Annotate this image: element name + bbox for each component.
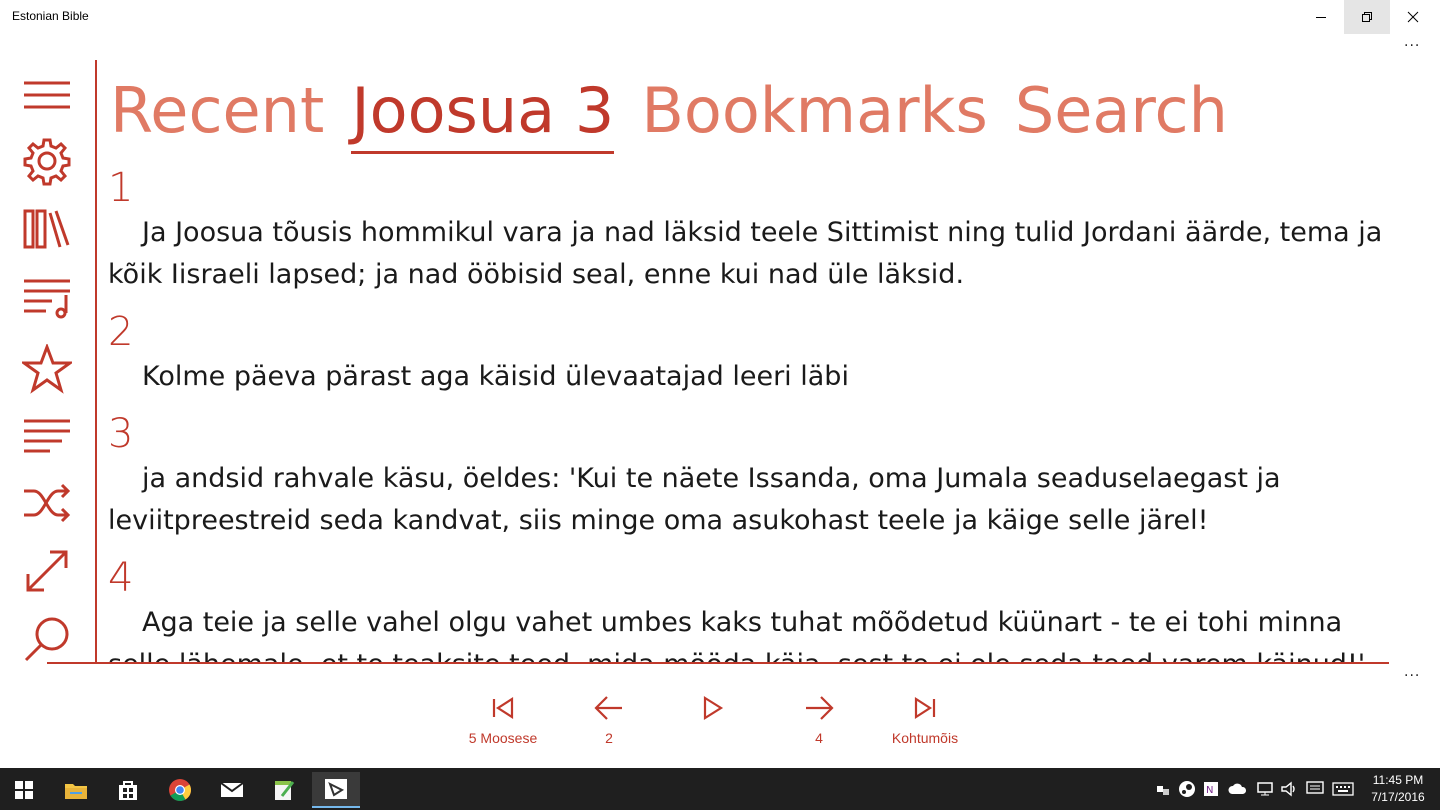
shuffle-icon[interactable]: [22, 478, 72, 528]
play-icon: [703, 696, 724, 720]
top-more-button[interactable]: ...: [1404, 34, 1420, 50]
play-button[interactable]: [658, 690, 768, 748]
system-clock[interactable]: 11:45 PM 7/17/2016: [1360, 772, 1436, 806]
tab-recent[interactable]: Recent: [110, 72, 324, 150]
tab-bookmarks[interactable]: Bookmarks: [641, 72, 987, 150]
minimize-icon: [1316, 17, 1326, 18]
next-chapter-button[interactable]: 4: [764, 690, 874, 748]
text-lines-icon[interactable]: [22, 410, 72, 460]
minimize-button[interactable]: [1298, 0, 1344, 34]
search-icon[interactable]: [22, 614, 72, 664]
network-devices-icon[interactable]: [1152, 778, 1174, 800]
svg-text:N: N: [1206, 785, 1213, 796]
chapter-content[interactable]: 1 Ja Joosua tõusis hommikul vara ja nad …: [108, 164, 1408, 662]
verse-number: 2: [108, 309, 134, 355]
verse-text: Aga teie ja selle vahel olgu vahet umbes…: [108, 607, 1365, 662]
pivot-tabs: Recent Joosua 3 Bookmarks Search: [110, 72, 1250, 156]
first-book-label: 5 Moosese: [468, 730, 538, 746]
next-book-button[interactable]: Kohtumõis: [870, 690, 980, 748]
next-book-label: Kohtumõis: [891, 730, 959, 746]
onenote-icon[interactable]: N: [1201, 778, 1223, 800]
verse-number: 3: [108, 411, 134, 457]
onedrive-icon[interactable]: [1227, 778, 1249, 800]
gear-icon[interactable]: [22, 136, 72, 186]
verse-text: ja andsid rahvale käsu, öeldes: 'Kui te …: [108, 463, 1281, 536]
tab-current-chapter[interactable]: Joosua 3: [351, 72, 614, 154]
hamburger-menu-icon[interactable]: [22, 70, 72, 120]
chrome-icon[interactable]: [156, 772, 204, 808]
volume-icon[interactable]: [1278, 778, 1300, 800]
sidebar-divider: [95, 60, 97, 664]
taskbar: N 11:45 PM 7/17/2016: [0, 768, 1440, 810]
next-chapter-label: 4: [815, 730, 823, 746]
skip-to-end-icon: [914, 696, 936, 720]
store-icon[interactable]: [104, 772, 152, 808]
play-label: [658, 730, 768, 748]
steam-icon[interactable]: [1176, 778, 1198, 800]
verse-number: 4: [108, 555, 134, 601]
windows-start-icon[interactable]: [0, 772, 48, 808]
app-title: Estonian Bible: [12, 9, 89, 23]
first-book-button[interactable]: 5 Moosese: [448, 690, 558, 748]
chapter-navigation: 5 Moosese 2 4 Kohtumõis: [0, 690, 1440, 760]
content-divider: [47, 662, 1389, 664]
verse-text: Ja Joosua tõusis hommikul vara ja nad lä…: [108, 217, 1383, 290]
keyboard-icon[interactable]: [1332, 778, 1354, 800]
title-bar: Estonian Bible: [0, 0, 1440, 34]
notepad-icon[interactable]: [260, 772, 308, 808]
sidebar: [0, 60, 96, 664]
arrow-left-icon: [594, 696, 622, 720]
restore-icon: [1362, 12, 1372, 22]
clock-date: 7/17/2016: [1371, 790, 1425, 804]
previous-chapter-label: 2: [605, 730, 613, 746]
mail-icon[interactable]: [208, 772, 256, 808]
clock-time: 11:45 PM: [1372, 773, 1424, 787]
bible-app-icon[interactable]: [312, 772, 360, 808]
star-icon[interactable]: [22, 344, 72, 394]
close-icon: [1407, 11, 1419, 23]
restore-button[interactable]: [1344, 0, 1390, 34]
arrow-right-icon: [806, 696, 834, 720]
verse-text: Kolme päeva pärast aga käisid ülevaataja…: [142, 361, 849, 392]
resize-diagonal-icon[interactable]: [22, 546, 72, 596]
previous-chapter-button[interactable]: 2: [554, 690, 664, 748]
network-icon[interactable]: [1253, 778, 1275, 800]
verse-number: 1: [108, 165, 134, 211]
close-button[interactable]: [1390, 0, 1436, 34]
file-explorer-icon[interactable]: [52, 772, 100, 808]
playlist-music-icon[interactable]: [22, 272, 72, 322]
action-center-icon[interactable]: [1304, 778, 1326, 800]
skip-to-start-icon: [492, 696, 514, 720]
app-bar-more-button[interactable]: ...: [1404, 664, 1420, 680]
library-books-icon[interactable]: [22, 204, 72, 254]
tab-search[interactable]: Search: [1015, 72, 1228, 150]
